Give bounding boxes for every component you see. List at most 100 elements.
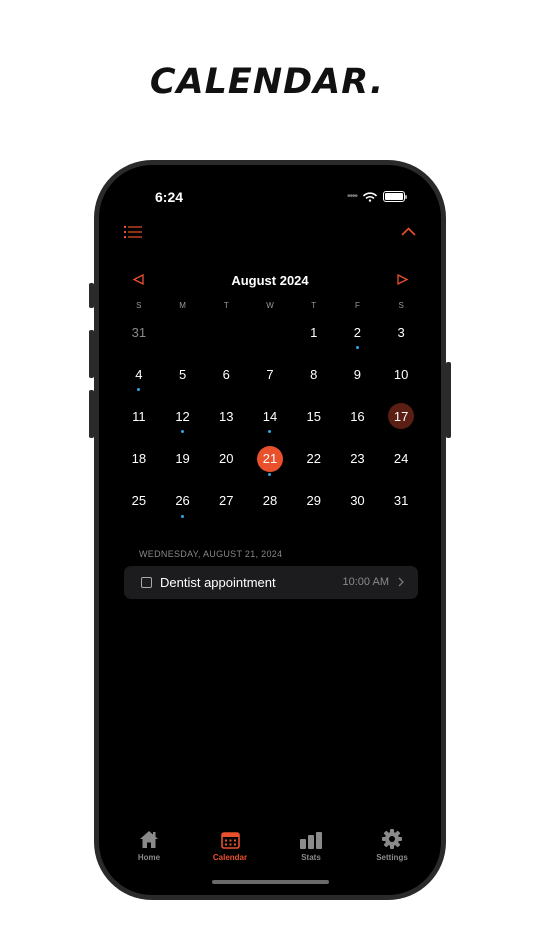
event-title: Dentist appointment: [160, 575, 276, 590]
day-cell[interactable]: 9: [336, 359, 380, 401]
day-cell: [204, 317, 248, 359]
day-cell[interactable]: 15: [292, 401, 336, 443]
day-number: 6: [222, 366, 230, 382]
tab-calendar[interactable]: Calendar: [195, 827, 265, 862]
day-number: 15: [306, 408, 321, 424]
status-time: 6:24: [155, 189, 184, 205]
wifi-icon: [363, 191, 377, 202]
day-cell: [161, 317, 205, 359]
event-indicator-dot: [268, 430, 272, 434]
day-number: 7: [266, 366, 274, 382]
event-row[interactable]: Dentist appointment 10:00 AM: [124, 566, 418, 599]
day-number: 9: [353, 366, 362, 382]
day-cell[interactable]: 30: [336, 486, 380, 528]
collapse-chevron-icon[interactable]: [401, 227, 416, 236]
weekday-label: W: [266, 301, 274, 310]
day-cell[interactable]: 22: [292, 444, 336, 486]
day-cell[interactable]: 16: [336, 401, 380, 443]
power-button: [446, 362, 451, 438]
day-cell[interactable]: 26: [161, 486, 205, 528]
gear-icon: [382, 829, 402, 849]
day-cell[interactable]: 8: [292, 359, 336, 401]
day-number: 2: [353, 324, 362, 340]
day-cell[interactable]: 25: [117, 486, 161, 528]
day-number: 25: [131, 493, 147, 509]
day-cell[interactable]: 21: [248, 444, 292, 486]
day-number: 31: [131, 324, 147, 340]
battery-icon: [383, 191, 407, 202]
day-number: 22: [306, 451, 321, 467]
day-cell[interactable]: 6: [204, 359, 248, 401]
day-cell[interactable]: 4: [117, 359, 161, 401]
event-indicator-dot: [355, 346, 359, 349]
day-number: 23: [350, 451, 365, 467]
event-indicator-dot: [181, 430, 185, 434]
tab-calendar-label: Calendar: [212, 853, 248, 862]
day-number: 29: [306, 493, 321, 509]
day-cell[interactable]: 23: [336, 444, 380, 486]
day-cell[interactable]: 20: [204, 444, 248, 486]
calendar-icon: [220, 832, 240, 849]
day-number: 8: [310, 366, 318, 382]
day-cell: [248, 317, 292, 359]
day-cell[interactable]: 28: [248, 486, 292, 528]
day-number: 3: [397, 324, 405, 340]
day-cell[interactable]: 19: [161, 444, 205, 486]
day-number: 12: [175, 408, 190, 424]
day-number: 26: [175, 493, 190, 509]
weekday-label: T: [223, 301, 229, 310]
day-number: 19: [175, 451, 190, 467]
tab-settings[interactable]: Settings: [357, 827, 427, 862]
event-indicator-dot: [137, 388, 141, 392]
day-cell[interactable]: 1: [292, 317, 336, 359]
tab-home[interactable]: Home: [114, 827, 184, 862]
day-cell[interactable]: 14: [248, 401, 292, 443]
day-cell[interactable]: 7: [248, 359, 292, 401]
event-checkbox[interactable]: [141, 577, 152, 588]
day-cell[interactable]: 13: [204, 401, 248, 443]
list-menu-icon[interactable]: [124, 225, 142, 239]
month-title: August 2024: [231, 273, 309, 288]
day-number: 16: [350, 408, 365, 424]
day-cell[interactable]: 24: [379, 444, 423, 486]
day-cell[interactable]: 3: [379, 317, 423, 359]
tab-bar: Home Calendar Stats Settings: [99, 827, 441, 867]
chevron-right-icon: [398, 577, 404, 587]
tab-settings-label: Settings: [376, 853, 408, 862]
next-month-icon[interactable]: [397, 274, 408, 285]
day-number: 31: [393, 493, 409, 509]
day-number: 27: [219, 493, 234, 509]
phone-screen: 6:24 •••• August 2024 SMTWTFS 31 1 2 3 4 5 6 7 8…: [99, 165, 441, 895]
day-cell[interactable]: 18: [117, 444, 161, 486]
day-cell[interactable]: 5: [161, 359, 205, 401]
day-number: 24: [393, 451, 409, 467]
day-cell[interactable]: 27: [204, 486, 248, 528]
day-cell[interactable]: 29: [292, 486, 336, 528]
day-cell[interactable]: 2: [336, 317, 380, 359]
day-number: 18: [131, 451, 147, 467]
day-cell[interactable]: 10: [379, 359, 423, 401]
weekday-label: S: [398, 301, 404, 310]
selected-date-header: WEDNESDAY, AUGUST 21, 2024: [139, 549, 283, 559]
day-number: 11: [132, 408, 146, 424]
day-cell[interactable]: 12: [161, 401, 205, 443]
day-number: 20: [219, 451, 234, 467]
event-time: 10:00 AM: [342, 576, 389, 588]
day-number: 1: [310, 324, 318, 340]
day-cell[interactable]: 31: [117, 317, 161, 359]
day-number: 30: [350, 493, 365, 509]
weekday-header: SMTWTFS: [117, 301, 423, 310]
event-indicator-dot: [181, 514, 185, 518]
event-indicator-dot: [268, 472, 272, 476]
day-cell[interactable]: 31: [379, 486, 423, 528]
selected-day-number: 21: [256, 445, 283, 472]
tab-stats[interactable]: Stats: [276, 827, 346, 862]
day-number: 4: [135, 366, 143, 382]
day-cell[interactable]: 17: [379, 401, 423, 443]
today-day-number: 17: [388, 403, 415, 430]
weekday-label: M: [179, 301, 186, 310]
day-cell[interactable]: 11: [117, 401, 161, 443]
home-indicator: [212, 880, 329, 884]
tab-home-label: Home: [137, 853, 161, 862]
day-number: 14: [262, 408, 278, 424]
